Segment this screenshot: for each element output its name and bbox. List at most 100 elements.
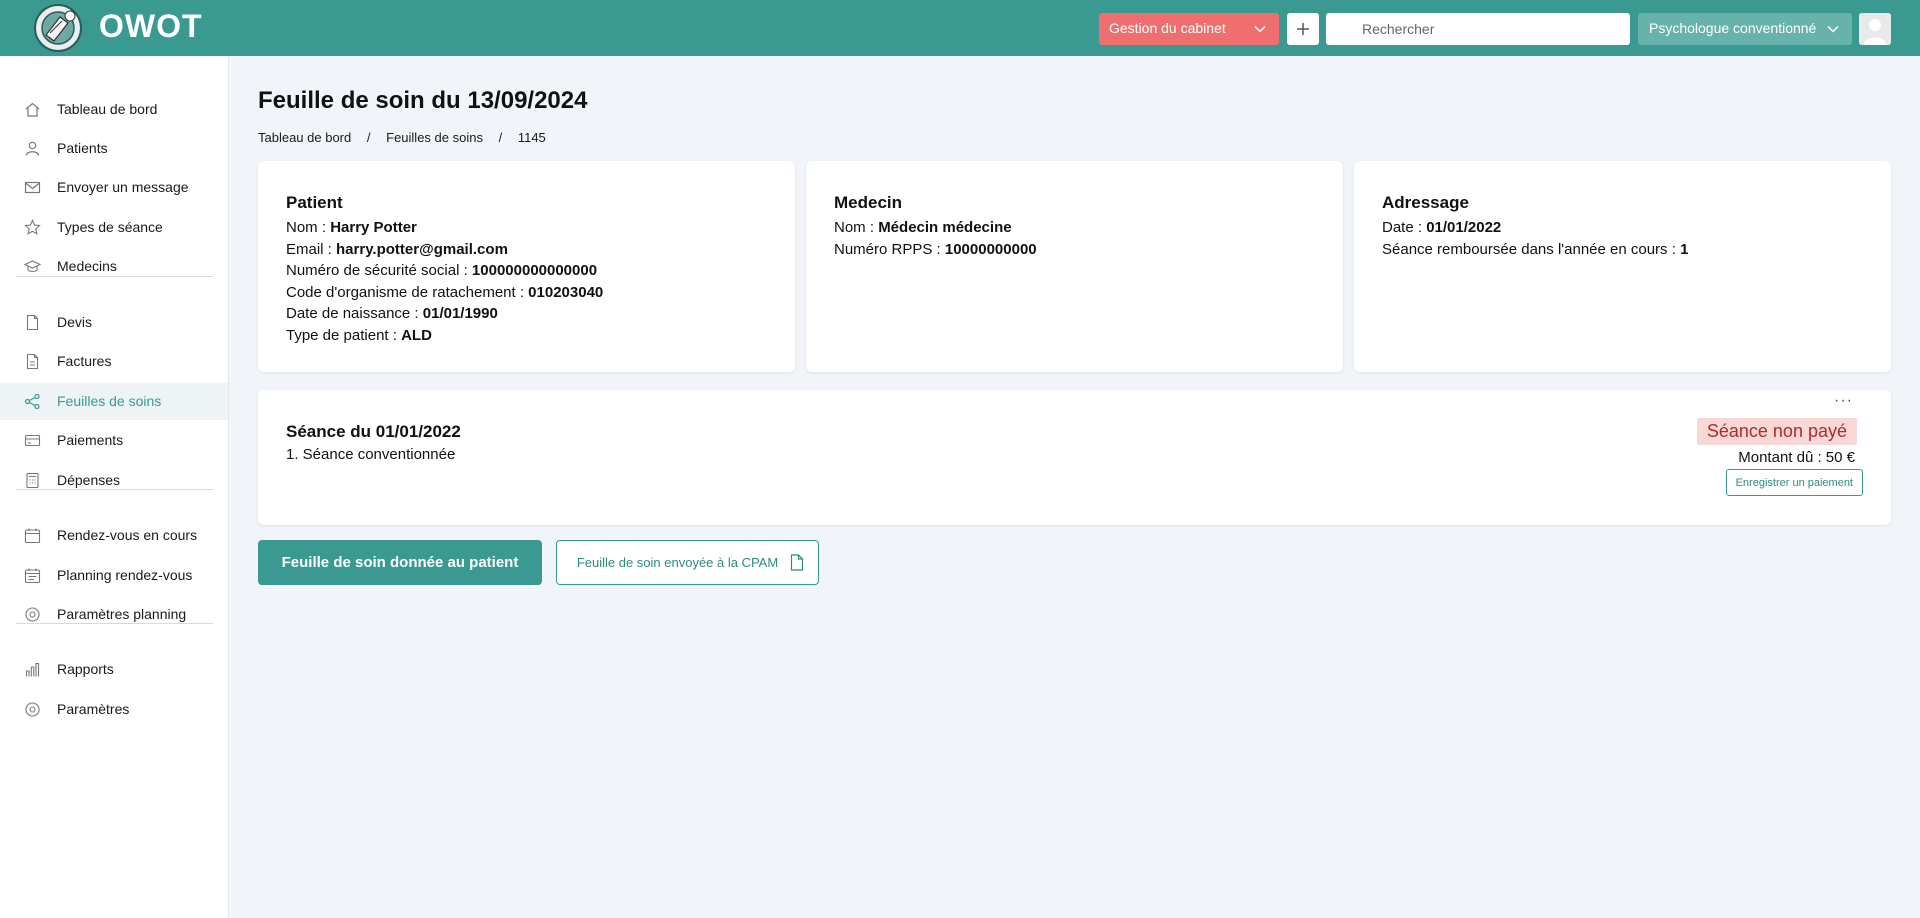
medecin-card: Medecin Nom : Médecin médecine Numéro RP… xyxy=(806,161,1343,372)
adressage-date-row: Date : 01/01/2022 xyxy=(1382,219,1502,236)
user-avatar-icon xyxy=(1859,13,1891,45)
sidebar-item-label: Paramètres xyxy=(57,701,130,717)
patient-type-row: Type de patient : ALD xyxy=(286,326,432,344)
sidebar-item-envoyer-message[interactable]: Envoyer un message xyxy=(0,169,228,206)
calculator-icon xyxy=(24,472,41,489)
breadcrumb-separator: / xyxy=(366,130,371,145)
sidebar-item-label: Types de séance xyxy=(57,219,163,235)
sidebar-item-label: Rendez-vous en cours xyxy=(57,527,198,543)
settings-icon xyxy=(24,701,41,718)
search-input[interactable] xyxy=(1326,13,1630,45)
breadcrumb-link-tableau-de-bord[interactable]: Tableau de bord xyxy=(258,130,351,145)
brand-name: OWOT xyxy=(99,8,203,44)
settings-icon xyxy=(24,606,41,623)
sidebar-divider xyxy=(16,276,213,277)
status-badge: Séance non payé xyxy=(1696,418,1857,445)
sidebar-item-label: Factures xyxy=(57,353,112,369)
sidebar-item-label: Rapports xyxy=(57,661,114,677)
sidebar-item-rapports[interactable]: Rapports xyxy=(0,651,228,688)
breadcrumb-separator: / xyxy=(498,130,503,145)
share-icon xyxy=(24,393,41,410)
sidebar-item-label: Paramètres planning xyxy=(57,606,187,622)
sidebar-item-devis[interactable]: Devis xyxy=(0,304,228,341)
breadcrumb: Tableau de bord / Feuilles de soins / 11… xyxy=(258,130,546,145)
sidebar-item-types-seance[interactable]: Types de séance xyxy=(0,209,228,246)
sidebar-item-label: Envoyer un message xyxy=(57,179,189,195)
medecin-card-title: Medecin xyxy=(834,193,903,212)
cabinet-menu-button[interactable]: Gestion du cabinet xyxy=(1099,13,1279,45)
sidebar-item-label: Patients xyxy=(57,140,108,156)
seance-card: Séance du 01/01/2022 1. Séance conventio… xyxy=(258,390,1891,525)
patient-ssn-row: Numéro de sécurité social : 100000000000… xyxy=(286,262,598,279)
breadcrumb-link-feuilles-de-soins[interactable]: Feuilles de soins xyxy=(386,130,483,145)
adressage-card-title: Adressage xyxy=(1382,193,1469,212)
owot-logo[interactable] xyxy=(32,3,84,53)
sidebar-item-label: Feuilles de soins xyxy=(57,393,162,409)
seance-title: Séance du 01/01/2022 xyxy=(286,422,461,441)
sidebar-item-tableau-de-bord[interactable]: Tableau de bord xyxy=(0,91,228,128)
sent-to-cpam-label: Feuille de soin envoyée à la CPAM xyxy=(576,555,779,570)
sidebar: Tableau de bord Patients Envoyer un mess… xyxy=(0,56,229,918)
adressage-card: Adressage Date : 01/01/2022 Séance rembo… xyxy=(1354,161,1891,372)
sidebar-item-factures[interactable]: Factures xyxy=(0,343,228,380)
sidebar-item-label: Tableau de bord xyxy=(57,101,158,117)
document-icon xyxy=(24,314,41,331)
plus-icon xyxy=(1297,23,1309,35)
invoice-icon xyxy=(24,353,41,370)
sidebar-item-medecins[interactable]: Medecins xyxy=(0,248,228,285)
graduation-cap-icon xyxy=(23,258,42,275)
cabinet-menu-label: Gestion du cabinet xyxy=(1109,20,1226,36)
sidebar-item-label: Medecins xyxy=(57,258,117,274)
document-icon xyxy=(790,554,804,574)
sidebar-item-parametres[interactable]: Paramètres xyxy=(0,691,228,728)
sidebar-item-depenses[interactable]: Dépenses xyxy=(0,462,228,499)
breadcrumb-current: 1145 xyxy=(517,130,546,145)
role-menu-button[interactable]: Psychologue conventionné xyxy=(1638,13,1852,45)
sidebar-divider xyxy=(16,623,213,624)
patient-email-row: Email : harry.potter@gmail.com xyxy=(286,240,508,258)
chevron-down-icon xyxy=(1253,22,1267,39)
sidebar-divider xyxy=(16,489,213,490)
patient-name-row: Nom : Harry Potter xyxy=(286,219,417,236)
role-menu-label: Psychologue conventionné xyxy=(1649,20,1817,36)
sidebar-item-label: Paiements xyxy=(57,432,124,448)
home-icon xyxy=(24,101,41,118)
more-options-icon[interactable]: ··· xyxy=(1834,392,1853,410)
sidebar-item-label: Devis xyxy=(57,314,93,330)
medecin-details: Nom : Médecin médecine Numéro RPPS : 100… xyxy=(834,217,1037,260)
medecin-rpps-row: Numéro RPPS : 10000000000 xyxy=(834,240,1037,258)
credit-card-icon xyxy=(24,432,41,449)
given-to-patient-button[interactable]: Feuille de soin donnée au patient xyxy=(258,540,542,585)
page-title: Feuille de soin du 13/09/2024 xyxy=(258,87,588,114)
bar-chart-icon xyxy=(24,661,41,678)
medecin-name-row: Nom : Médecin médecine xyxy=(834,219,1012,236)
sidebar-item-feuilles-de-soins[interactable]: Feuilles de soins xyxy=(0,383,228,420)
calendar-list-icon xyxy=(24,567,41,584)
adressage-details: Date : 01/01/2022 Séance remboursée dans… xyxy=(1382,217,1688,260)
sidebar-item-parametres-planning[interactable]: Paramètres planning xyxy=(0,596,228,633)
user-icon xyxy=(24,140,41,157)
patient-card: Patient Nom : Harry Potter Email : harry… xyxy=(258,161,795,372)
patient-birthdate-row: Date de naissance : 01/01/1990 xyxy=(286,305,498,322)
sidebar-item-label: Dépenses xyxy=(57,472,121,488)
sidebar-item-label: Planning rendez-vous xyxy=(57,567,193,583)
patient-details: Nom : Harry Potter Email : harry.potter@… xyxy=(286,217,603,346)
sidebar-item-planning-rendez-vous[interactable]: Planning rendez-vous xyxy=(0,557,228,594)
star-icon xyxy=(24,219,41,236)
mail-icon xyxy=(24,179,41,196)
patient-card-title: Patient xyxy=(286,193,343,212)
sidebar-item-rendez-vous-en-cours[interactable]: Rendez-vous en cours xyxy=(0,517,228,554)
add-button[interactable] xyxy=(1287,13,1319,45)
adressage-count-row: Séance remboursée dans l'année en cours … xyxy=(1382,240,1689,258)
patient-organisme-row: Code d'organisme de ratachement : 010203… xyxy=(286,283,604,301)
record-payment-button[interactable]: Enregistrer un paiement xyxy=(1725,469,1863,496)
sidebar-item-paiements[interactable]: Paiements xyxy=(0,422,228,459)
calendar-icon xyxy=(24,527,41,544)
top-bar: OWOT Gestion du cabinet Psychologue conv… xyxy=(0,0,1920,56)
amount-due: Montant dû : 50 € xyxy=(1738,449,1855,466)
sidebar-item-patients[interactable]: Patients xyxy=(0,130,228,167)
sent-to-cpam-button[interactable]: Feuille de soin envoyée à la CPAM xyxy=(556,540,819,585)
seance-item: 1. Séance conventionnée xyxy=(286,446,456,463)
chevron-down-icon xyxy=(1826,22,1840,39)
avatar[interactable] xyxy=(1859,13,1891,45)
